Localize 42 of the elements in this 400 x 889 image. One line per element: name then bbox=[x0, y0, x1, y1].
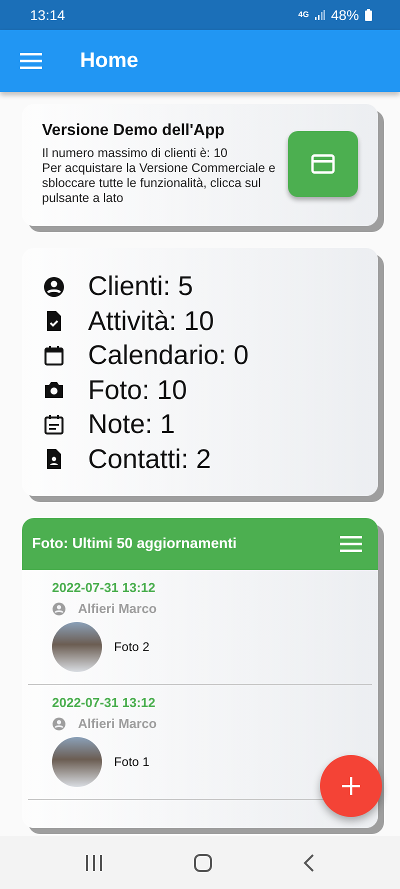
home-button[interactable] bbox=[194, 854, 212, 872]
account-circle-icon bbox=[52, 602, 66, 616]
battery-percent: 48% bbox=[330, 7, 359, 23]
stat-label: Contatti: 2 bbox=[88, 444, 212, 475]
menu-icon bbox=[340, 536, 362, 552]
signal-icon bbox=[314, 10, 325, 20]
client-name: Alfieri Marco bbox=[78, 601, 157, 616]
page-title: Home bbox=[80, 49, 138, 73]
stat-label: Calendario: 0 bbox=[88, 340, 249, 372]
client-name: Alfieri Marco bbox=[78, 716, 157, 731]
menu-button[interactable] bbox=[20, 53, 42, 69]
battery-icon bbox=[365, 9, 372, 21]
photo-placeholder bbox=[52, 737, 102, 787]
list-menu-button[interactable] bbox=[340, 536, 362, 552]
photo-name: Foto 2 bbox=[114, 640, 150, 654]
credit-card-icon bbox=[311, 154, 335, 174]
stat-label: Note: 1 bbox=[88, 409, 176, 440]
update-item[interactable]: 2022-07-31 13:12 Alfieri Marco Foto 2 bbox=[28, 570, 372, 685]
event-note-icon bbox=[42, 412, 66, 437]
back-button[interactable] bbox=[302, 854, 315, 872]
network-type: 4G bbox=[298, 11, 309, 19]
home-icon bbox=[194, 854, 212, 872]
stat-label: Attività: 10 bbox=[88, 306, 214, 337]
update-date: 2022-07-31 13:12 bbox=[52, 580, 156, 595]
stat-label: Foto: 10 bbox=[88, 374, 188, 406]
stat-label: Clienti: 5 bbox=[88, 271, 194, 302]
photo-name: Foto 1 bbox=[114, 755, 150, 769]
recent-apps-icon bbox=[85, 854, 104, 870]
demo-title: Versione Demo dell'App bbox=[42, 122, 226, 140]
demo-description: Il numero massimo di clienti è: 10 Per acquistare la Versione Commerciale e sbloccare tutte le funzionalità, clicca sul pulsante a lato bbox=[42, 146, 276, 206]
plus-icon bbox=[342, 777, 360, 795]
photo-placeholder bbox=[52, 622, 102, 672]
account-circle-icon bbox=[42, 274, 66, 299]
calendar-icon bbox=[42, 344, 66, 368]
recent-apps-button[interactable] bbox=[85, 854, 104, 870]
update-date: 2022-07-31 13:12 bbox=[52, 695, 156, 710]
updates-title: Foto: Ultimi 50 aggiornamenti bbox=[32, 536, 237, 552]
account-circle-icon bbox=[52, 716, 66, 730]
clock-time: 13:14 bbox=[30, 7, 66, 23]
menu-icon bbox=[20, 53, 42, 69]
purchase-button[interactable] bbox=[288, 131, 358, 197]
back-icon bbox=[302, 854, 315, 872]
